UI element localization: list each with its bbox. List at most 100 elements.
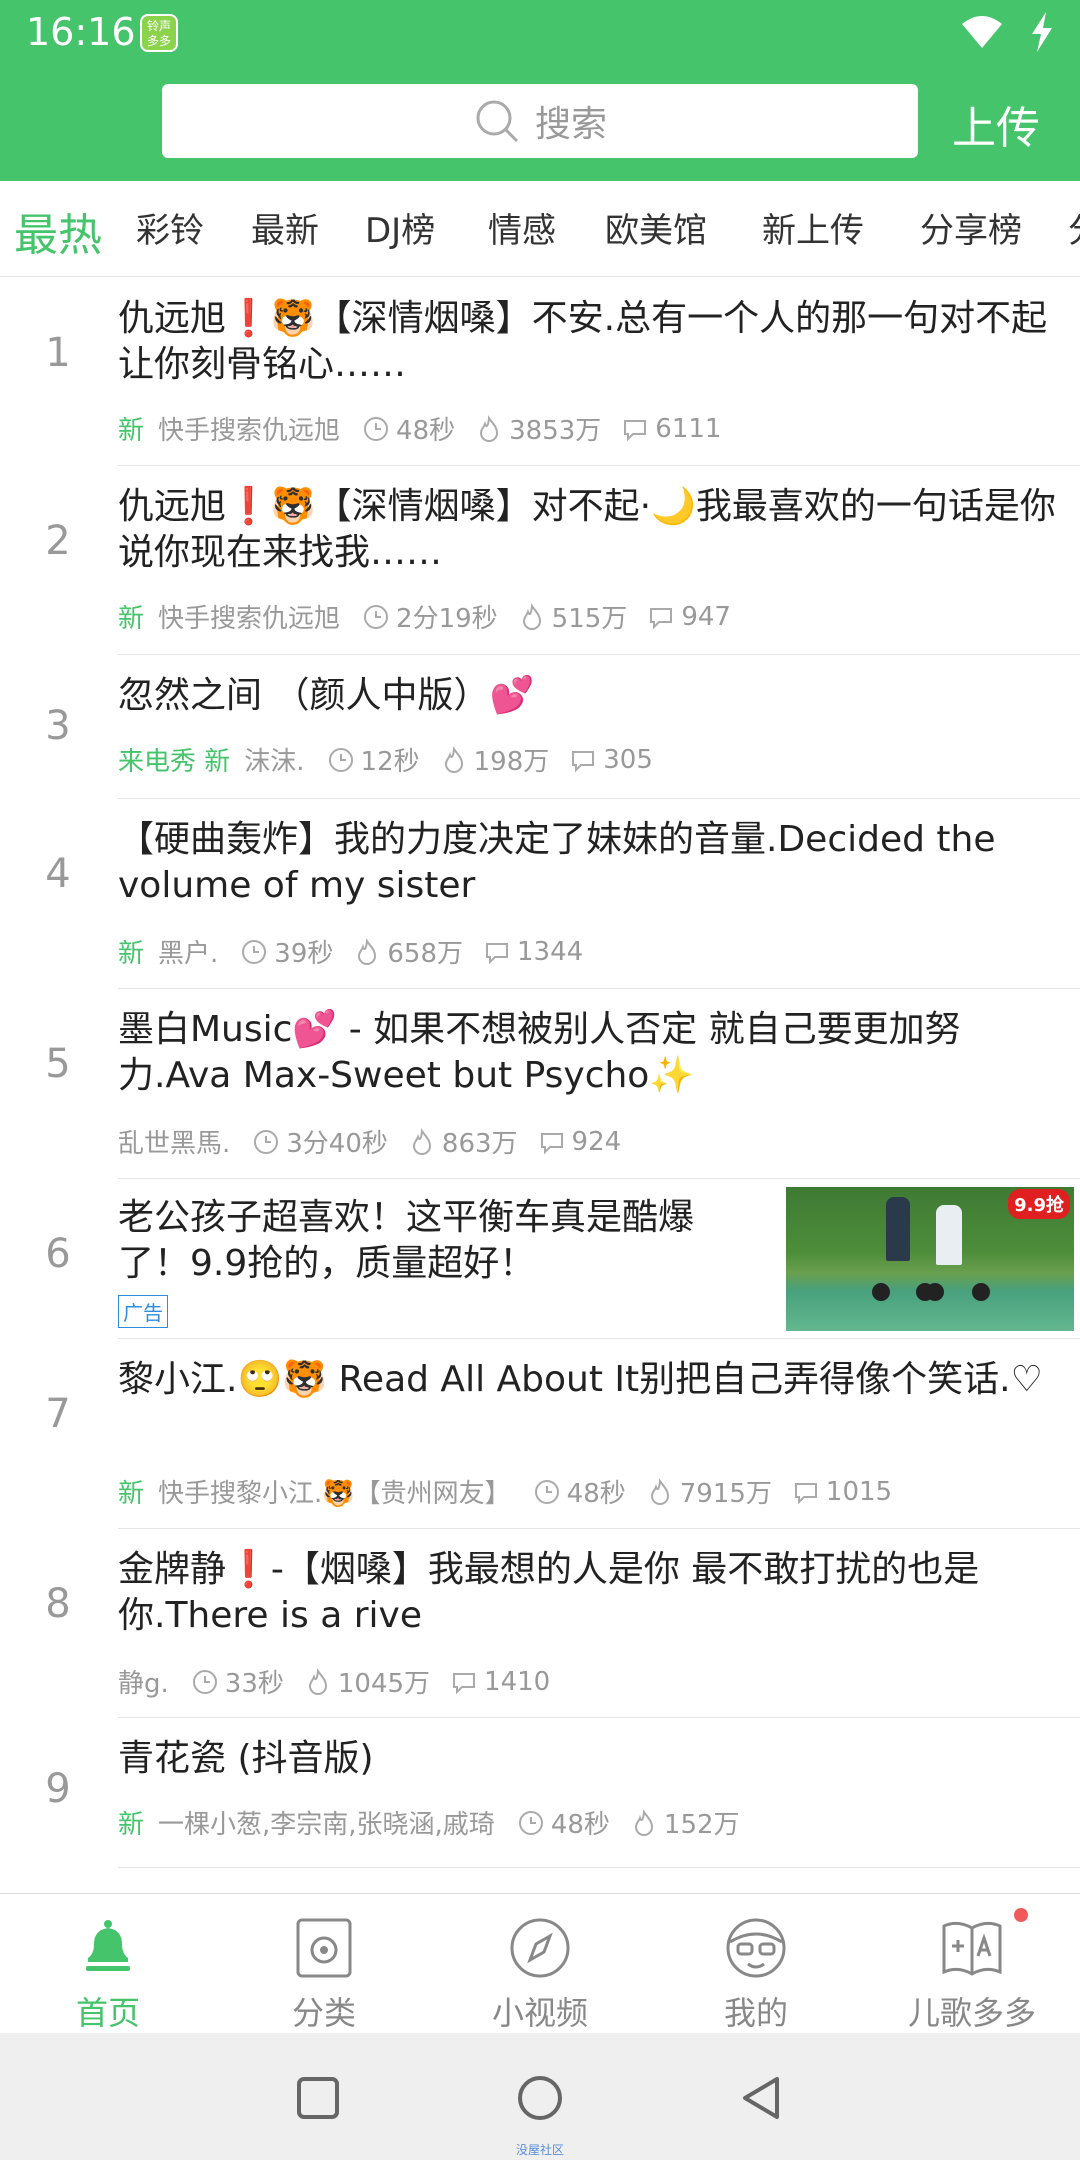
song-meta: 新 黑户. 39秒 658万 1344 [118, 933, 603, 970]
bottom-nav: 首页 分类 小视频 我的 儿歌多多 [0, 1893, 1080, 2033]
song-meta: 乱世黑馬. 3分40秒 863万 924 [118, 1123, 641, 1160]
new-tag: 新 [118, 939, 145, 969]
author: 黑户. [158, 939, 219, 969]
song-title: 仇远旭❗🐯【深情烟嗓】不安.总有一个人的那一句对不起 让你刻骨铭心…… [118, 298, 1048, 385]
tab-emotion[interactable]: 情感 [488, 203, 556, 252]
song-meta: 新 一棵小葱,李宗南,张晓涵,戚琦 48秒 152万 [118, 1804, 760, 1841]
list-item[interactable]: 9 青花瓷 (抖音版) 新 一棵小葱,李宗南,张晓涵,戚琦 48秒 152万 [0, 1718, 1080, 1868]
clock-icon [534, 1479, 559, 1504]
book-icon [942, 1921, 1002, 1976]
song-list: 1 仇远旭❗🐯【深情烟嗓】不安.总有一个人的那一句对不起 让你刻骨铭心…… 新 … [0, 278, 1080, 1893]
new-tag: 新 [118, 604, 145, 634]
back-triangle-icon[interactable] [737, 2073, 787, 2123]
ad-wheel [926, 1283, 944, 1301]
top-header: 16:16 铃声多多 搜索 上传 [0, 0, 1080, 181]
list-item[interactable]: 8 金牌静❗-【烟嗓】我最想的人是你 最不敢打扰的也是你.There is a … [0, 1529, 1080, 1718]
tab-ringback[interactable]: 彩铃 [136, 203, 204, 252]
duration: 48秒 [550, 1810, 610, 1840]
nav-label: 首页 [75, 1994, 140, 2032]
ad-wheel [872, 1283, 890, 1301]
bell-icon [86, 1920, 130, 1971]
clock-icon [364, 604, 389, 629]
nav-kids-songs[interactable]: 儿歌多多 [864, 1894, 1080, 2033]
flame-icon [444, 745, 463, 773]
search-placeholder: 搜索 [534, 104, 607, 145]
duration: 39秒 [274, 939, 334, 969]
tab-dj-chart[interactable]: DJ榜 [365, 203, 435, 252]
clock-icon [242, 939, 267, 964]
song-meta: 静g. 33秒 1045万 1410 [118, 1663, 570, 1700]
app-notification-icon: 铃声多多 [140, 14, 178, 52]
rank-number: 7 [45, 1391, 71, 1437]
song-title: 金牌静❗-【烟嗓】我最想的人是你 最不敢打扰的也是你.There is a ri… [118, 1549, 980, 1636]
duration: 2分19秒 [396, 604, 498, 634]
song-title: 青花瓷 (抖音版) [118, 1738, 374, 1779]
duration: 3分40秒 [286, 1129, 388, 1159]
comment-icon [572, 750, 595, 772]
tab-western[interactable]: 欧美馆 [605, 203, 707, 252]
upload-button[interactable]: 上传 [952, 92, 1040, 156]
flame-icon [480, 414, 499, 442]
flame-icon [522, 602, 541, 630]
rank-number: 6 [45, 1231, 71, 1277]
home-circle-icon[interactable] [515, 2073, 565, 2123]
clock-icon [518, 1810, 543, 1835]
recent-apps-icon[interactable] [293, 2073, 343, 2123]
face-glasses-icon [726, 1918, 786, 1978]
rank-number: 5 [45, 1041, 71, 1087]
ad-image[interactable]: 9.9抢 [786, 1187, 1074, 1331]
ad-figure [936, 1205, 962, 1265]
song-meta: 新 快手搜黎小江.🐯【贵州网友】 48秒 7915万 1015 [118, 1473, 912, 1510]
play-count: 658万 [387, 939, 464, 969]
list-item[interactable]: 3 忽然之间 （颜人中版）💕 来电秀 新 沫沫. 12秒 198万 305 [0, 655, 1080, 799]
rank-number: 3 [45, 703, 71, 749]
comment-icon [624, 419, 647, 441]
play-count: 198万 [473, 747, 550, 777]
song-title: 墨白Music💕 - 如果不想被别人否定 就自己要更加努力.Ava Max-Sw… [118, 1009, 961, 1096]
tab-share-chart[interactable]: 分享榜 [920, 203, 1022, 252]
clock-icon [192, 1669, 217, 1694]
rank-number: 9 [45, 1766, 71, 1812]
tab-more-partial[interactable]: 分 [1068, 203, 1080, 252]
ad-label: 广告 [118, 1295, 168, 1328]
ad-wheel [972, 1283, 990, 1301]
list-item[interactable]: 1 仇远旭❗🐯【深情烟嗓】不安.总有一个人的那一句对不起 让你刻骨铭心…… 新 … [0, 278, 1080, 466]
flame-icon [650, 1477, 669, 1505]
author: 沫沫. [244, 747, 305, 777]
nav-category[interactable]: 分类 [216, 1894, 432, 2033]
list-item[interactable]: 7 黎小江.🙄🐯 Read All About It别把自己弄得像个笑话.♡ 新… [0, 1339, 1080, 1529]
nav-mine[interactable]: 我的 [648, 1894, 864, 2033]
author: 快手搜黎小江.🐯【贵州网友】 [158, 1479, 511, 1509]
nav-home[interactable]: 首页 [0, 1894, 216, 2033]
compass-icon [510, 1918, 570, 1978]
play-count: 1045万 [337, 1669, 431, 1699]
author: 乱世黑馬. [118, 1129, 231, 1159]
song-title: 仇远旭❗🐯【深情烟嗓】对不起·🌙我最喜欢的一句话是你说你现在来找我…… [118, 486, 1056, 573]
ad-item[interactable]: 6 老公孩子超喜欢！这平衡车真是酷爆了！9.9抢的，质量超好！ 广告 9.9抢 [0, 1179, 1080, 1339]
comment-icon [794, 1482, 817, 1504]
song-title: 忽然之间 （颜人中版）💕 [118, 675, 535, 716]
rank-number: 2 [45, 518, 71, 564]
duration: 48秒 [396, 416, 456, 446]
play-count: 152万 [663, 1810, 740, 1840]
comment-count: 1344 [517, 936, 584, 967]
tab-hot[interactable]: 最热 [14, 199, 102, 263]
nav-label: 我的 [723, 1994, 788, 2032]
clock-icon [254, 1129, 279, 1154]
list-item[interactable]: 4 【硬曲轰炸】我的力度决定了妹妹的音量.Decided the volume … [0, 799, 1080, 989]
clock-icon [328, 747, 353, 772]
flame-icon [634, 1808, 653, 1836]
author: 静g. [118, 1669, 169, 1699]
nav-short-video[interactable]: 小视频 [432, 1894, 648, 2033]
list-item[interactable]: 5 墨白Music💕 - 如果不想被别人否定 就自己要更加努力.Ava Max-… [0, 989, 1080, 1179]
song-title: 【硬曲轰炸】我的力度决定了妹妹的音量.Decided the volume of… [118, 819, 996, 906]
rank-number: 4 [45, 851, 71, 897]
search-input[interactable]: 搜索 [162, 84, 918, 158]
author: 一棵小葱,李宗南,张晓涵,戚琦 [158, 1810, 495, 1840]
watermark: 没屋社区 [515, 2143, 564, 2157]
song-meta: 新 快手搜索仇远旭 2分19秒 515万 947 [118, 598, 751, 635]
comment-count: 1410 [484, 1666, 551, 1697]
tab-new-upload[interactable]: 新上传 [762, 203, 864, 252]
tab-newest[interactable]: 最新 [251, 203, 319, 252]
list-item[interactable]: 2 仇远旭❗🐯【深情烟嗓】对不起·🌙我最喜欢的一句话是你说你现在来找我…… 新 … [0, 466, 1080, 655]
